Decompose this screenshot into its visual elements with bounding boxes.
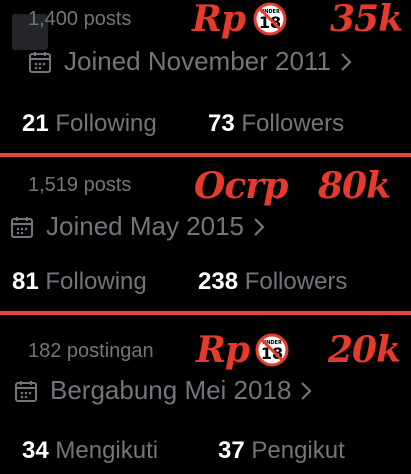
followers-link[interactable]: 238 Followers: [198, 268, 347, 296]
price-value: 20k: [328, 329, 401, 371]
following-link[interactable]: 81 Following: [12, 268, 147, 296]
following-link[interactable]: 21 Following: [22, 110, 157, 138]
profile-stats-3: 182 postingan Rp UNDER 18 20k Bergabung …: [0, 317, 411, 474]
screenshot-collage: 1,400 posts Rp UNDER 18 35k Joined Novem…: [0, 0, 411, 474]
followers-link[interactable]: 73 Followers: [208, 110, 344, 138]
following-count: 21: [22, 110, 49, 137]
calendar-icon: [29, 51, 51, 73]
followers-count: 238: [198, 268, 239, 295]
following-label: Following: [45, 268, 147, 295]
svg-text:18: 18: [259, 13, 281, 32]
followers-count: 37: [218, 437, 245, 464]
joined-date-link[interactable]: Joined November 2011: [28, 46, 353, 77]
followers-label: Followers: [241, 110, 345, 137]
following-count: 81: [12, 268, 39, 295]
followers-label: Pengikut: [251, 437, 345, 464]
price-value: 80k: [318, 165, 391, 207]
followers-label: Followers: [244, 268, 348, 295]
posts-count: 1,400 posts: [28, 8, 132, 30]
price-prefix: Rp: [196, 329, 250, 371]
following-count: 34: [22, 437, 49, 464]
profile-stats-1: 1,400 posts Rp UNDER 18 35k Joined Novem…: [0, 0, 411, 153]
following-link[interactable]: 34 Mengikuti: [22, 437, 158, 465]
price-prefix: Ocrp: [194, 165, 288, 207]
divider: [0, 311, 411, 315]
followers-count: 73: [208, 110, 235, 137]
chevron-right-icon: [301, 381, 312, 400]
following-label: Following: [55, 110, 157, 137]
joined-date-link[interactable]: Bergabung Mei 2018: [14, 375, 313, 406]
followers-link[interactable]: 37 Pengikut: [218, 437, 345, 465]
chevron-right-icon: [341, 52, 352, 71]
chevron-right-icon: [254, 217, 265, 236]
joined-date-link[interactable]: Joined May 2015: [10, 211, 266, 242]
svg-text:18: 18: [261, 344, 283, 363]
price-prefix: Rp: [192, 0, 246, 40]
calendar-icon: [15, 380, 37, 402]
posts-count: 182 postingan: [28, 340, 154, 362]
following-label: Mengikuti: [55, 437, 159, 464]
joined-date: Bergabung Mei 2018: [50, 375, 292, 405]
joined-date: Joined November 2011: [64, 46, 331, 76]
calendar-icon: [11, 216, 33, 238]
price-value: 35k: [330, 0, 403, 40]
under-18-prohibited-icon: UNDER 18: [255, 333, 289, 367]
divider: [0, 153, 411, 157]
profile-stats-2: 1,519 posts Ocrp 80k Joined May 2015 81 …: [0, 159, 411, 311]
under-18-prohibited-icon: UNDER 18: [253, 2, 287, 36]
posts-count: 1,519 posts: [28, 174, 132, 196]
joined-date: Joined May 2015: [46, 211, 245, 241]
